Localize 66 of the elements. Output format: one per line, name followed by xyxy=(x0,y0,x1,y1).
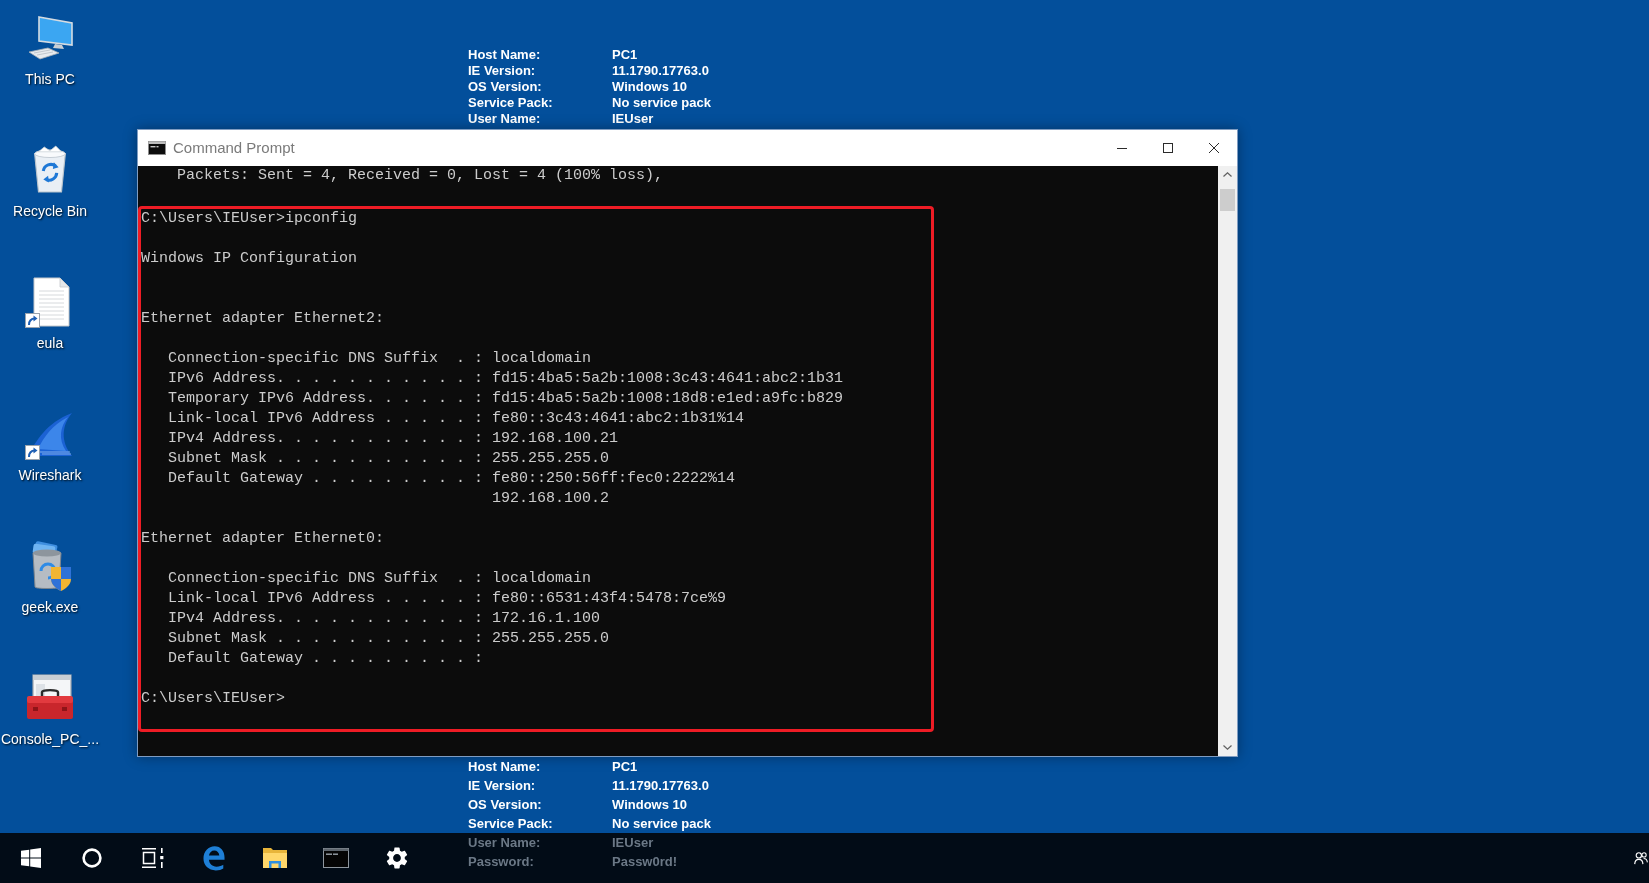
info-value: 11.1790.17763.0 xyxy=(612,777,710,795)
maximize-icon[interactable] xyxy=(1163,143,1173,153)
scrollbar-thumb[interactable] xyxy=(1220,189,1235,211)
console-line: IPv4 Address. . . . . . . . . . . : 192.168.100.21 xyxy=(168,430,619,447)
terminal-icon[interactable] xyxy=(322,848,349,868)
info-value: Windows 10 xyxy=(612,796,688,814)
info-value: PC1 xyxy=(612,47,639,63)
console-line: Ethernet adapter Ethernet0: xyxy=(141,530,385,547)
console-line: 192.168.100.2 xyxy=(492,490,610,507)
console-line: Default Gateway . . . . . . . . . : fe80::250:56ff:fec0:2222%14 xyxy=(168,470,736,487)
computer-icon[interactable] xyxy=(26,15,74,61)
task-view-icon[interactable] xyxy=(141,848,164,868)
info-value: No service pack xyxy=(612,815,711,833)
info-label: OS Version: xyxy=(468,79,543,95)
console-line: Default Gateway . . . . . . . . . : xyxy=(168,650,484,667)
info-label: User Name: xyxy=(468,111,542,127)
console-line: Packets: Sent = 4, Received = 0, Lost = 4 (100% loss), xyxy=(177,167,664,184)
console-line: Connection-specific DNS Suffix . : localdomain xyxy=(168,570,592,587)
desktop-icon-label[interactable]: Recycle Bin xyxy=(13,202,87,220)
terminal-icon xyxy=(148,141,166,155)
info-value: Windows 10 xyxy=(612,79,688,95)
info-value: Passw0rd! xyxy=(612,853,679,871)
console-line: IPv6 Address. . . . . . . . . . . : fd15:4ba5:5a2b:1008:3c43:4641:abc2:1b31 xyxy=(168,370,844,387)
info-label: IE Version: xyxy=(468,777,537,795)
toolbox-icon[interactable] xyxy=(25,674,75,722)
windows-logo-icon[interactable] xyxy=(20,848,41,868)
desktop-icon-label[interactable]: eula xyxy=(36,334,64,352)
minimize-icon[interactable] xyxy=(1117,147,1127,149)
console-line: Ethernet adapter Ethernet2: xyxy=(141,310,385,327)
scroll-down-icon[interactable] xyxy=(1223,745,1232,750)
console-line: Connection-specific DNS Suffix . : localdomain xyxy=(168,350,592,367)
desktop-icon-label[interactable]: Console_PC_... xyxy=(0,730,100,748)
info-label: Service Pack: xyxy=(468,95,554,111)
info-label: IE Version: xyxy=(468,63,537,79)
ring-icon[interactable] xyxy=(81,848,102,868)
console-line: Subnet Mask . . . . . . . . . . . : 255.255.255.0 xyxy=(168,450,610,467)
info-label: Host Name: xyxy=(468,758,542,776)
scrollbar-track[interactable] xyxy=(1218,166,1237,756)
console-line: Windows IP Configuration xyxy=(141,250,358,267)
console-line: Subnet Mask . . . . . . . . . . . : 255.255.255.0 xyxy=(168,630,610,647)
desktop-icon-label[interactable]: This PC xyxy=(25,70,75,88)
info-value: PC1 xyxy=(612,758,639,776)
console-line: Link-local IPv6 Address . . . . . : fe80::3c43:4641:abc2:1b31%14 xyxy=(168,410,745,427)
desktop-icon-label[interactable]: Wireshark xyxy=(18,466,82,484)
console-line: Temporary IPv6 Address. . . . . . : fd15:4ba5:5a2b:1008:18d8:e1ed:a9fc:b829 xyxy=(168,390,844,407)
console-line: Link-local IPv6 Address . . . . . : fe80::6531:43f4:5478:7ce%9 xyxy=(168,590,727,607)
info-value: No service pack xyxy=(612,95,711,111)
info-label: Password: xyxy=(468,853,535,871)
desktop-icon-label[interactable]: geek.exe xyxy=(21,598,79,616)
console-line: C:\Users\IEUser>ipconfig xyxy=(141,210,358,227)
info-label: Service Pack: xyxy=(468,815,554,833)
scroll-up-icon[interactable] xyxy=(1223,172,1232,177)
document-icon[interactable] xyxy=(30,277,70,327)
info-value: IEUser xyxy=(612,834,655,852)
info-value: IEUser xyxy=(612,111,655,127)
info-label: OS Version: xyxy=(468,796,543,814)
console-line: C:\Users\IEUser> xyxy=(141,690,286,707)
info-label: Host Name: xyxy=(468,47,542,63)
people-icon[interactable] xyxy=(1634,851,1648,865)
close-icon[interactable] xyxy=(1209,143,1219,153)
console-line: IPv4 Address. . . . . . . . . . . : 172.16.1.100 xyxy=(168,610,601,627)
info-value: 11.1790.17763.0 xyxy=(612,63,710,79)
browser-logo-icon[interactable] xyxy=(201,845,226,871)
window-title: Command Prompt xyxy=(173,137,295,158)
folder-icon[interactable] xyxy=(261,847,288,869)
info-label: User Name: xyxy=(468,834,542,852)
